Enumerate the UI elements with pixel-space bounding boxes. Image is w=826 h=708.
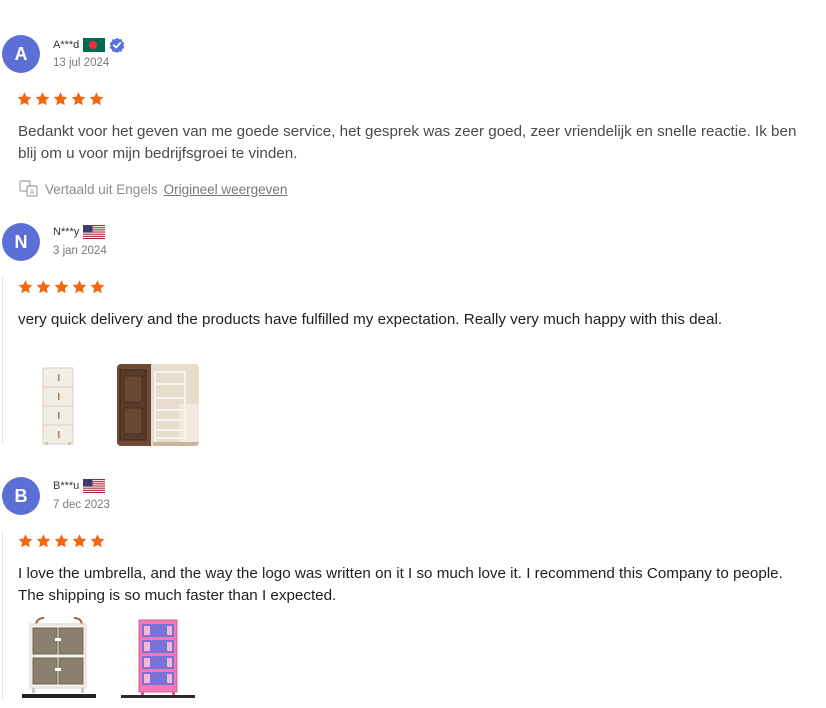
avatar-letter: B bbox=[14, 485, 28, 506]
reviewer-name: B***u bbox=[53, 480, 80, 492]
review-divider-line bbox=[2, 530, 3, 700]
review-text: I love the umbrella, and the way the log… bbox=[18, 565, 783, 604]
review-photo[interactable] bbox=[117, 616, 199, 698]
usa-flag-icon bbox=[83, 479, 106, 493]
star-icon bbox=[72, 534, 87, 548]
star-icon bbox=[18, 534, 33, 548]
review-date: 7 dec 2023 bbox=[53, 499, 110, 511]
reviewer-info: B***u bbox=[53, 479, 106, 493]
star-rating bbox=[17, 533, 106, 549]
review-photo[interactable] bbox=[18, 616, 100, 698]
review-item: B B***u 7 dec 2023 I love the umbrella, … bbox=[0, 0, 826, 708]
star-icon bbox=[90, 534, 105, 548]
white-wardrobe-cabinet-with-brown-doors-image bbox=[18, 616, 100, 698]
pink-stacked-storage-cabinet-image bbox=[117, 616, 199, 698]
avatar: B bbox=[2, 477, 40, 515]
star-icon bbox=[54, 534, 69, 548]
star-icon bbox=[36, 534, 51, 548]
